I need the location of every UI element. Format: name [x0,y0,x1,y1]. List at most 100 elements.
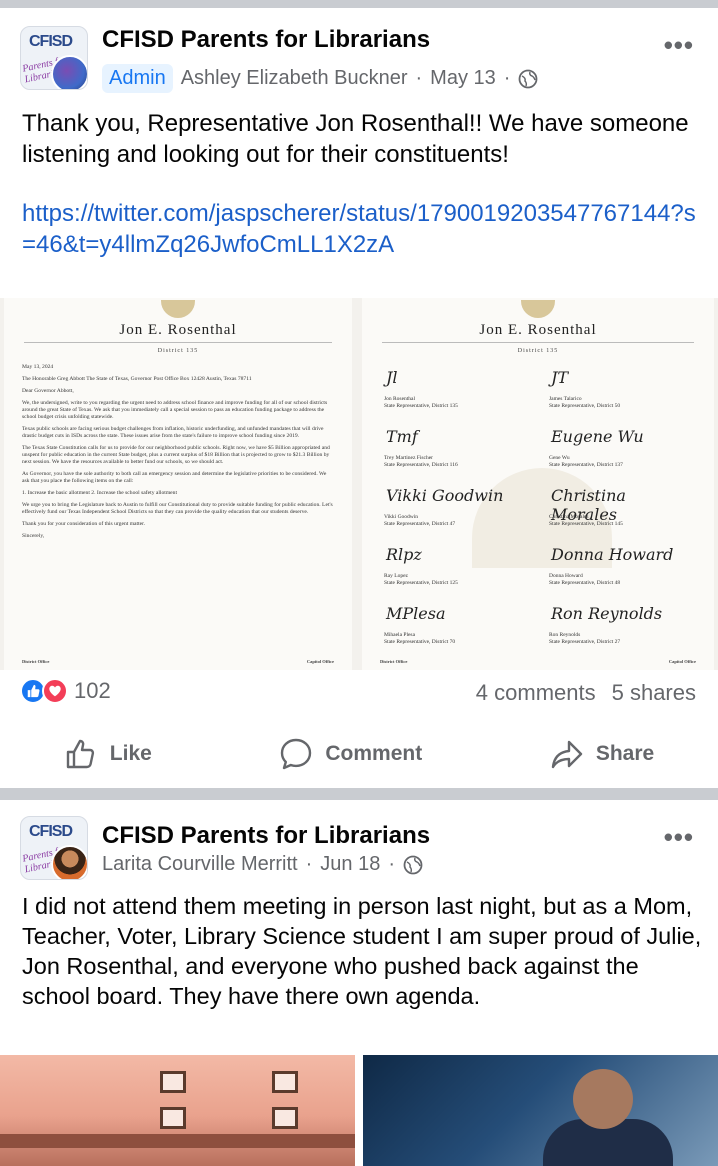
post-action-bar: Like Comment Share [0,730,718,778]
admin-badge: Admin [102,64,173,93]
texas-seal-icon [161,300,195,318]
group-avatar[interactable]: CFISD Parents for Libraries [20,26,88,90]
meta-separator: · [388,853,396,875]
attached-photos[interactable] [0,1055,718,1166]
letter-footer: District Office Capitol Office [380,659,696,664]
footer-district-office: District Office [22,659,50,664]
wall-frame [272,1107,298,1129]
signature-block: Jl Jon Rosenthal State Representative, Dis… [384,364,529,421]
letter-paragraph: Sincerely, [22,533,45,539]
share-arrow-icon [551,740,583,769]
handwritten-signature: Donna Howard [551,545,674,564]
signer-name: Donna Howard [549,573,583,579]
signer-role: State Representative, District 27 [549,639,621,645]
handwritten-signature: Ron Reynolds [551,604,663,623]
letter-footer: District Office Capitol Office [22,659,334,664]
handwritten-signature: JT [551,368,569,387]
handwritten-signature: Jl [386,368,398,387]
post-card: CFISD Parents for Libraries CFISD Parent… [0,800,718,1166]
more-options-icon[interactable]: ••• [664,822,694,853]
author-name-link[interactable]: Larita Courville Merritt [102,853,298,876]
signer-name: Trey Martinez Fischer [384,455,433,461]
post-date-link[interactable]: Jun 18 [320,853,380,876]
letter-paragraph: The Honorable Greg Abbott The State of T… [22,376,252,382]
group-name-link[interactable]: CFISD Parents for Librarians [102,822,430,850]
wall-frame [272,1071,298,1093]
handwritten-signature: Eugene Wu [551,427,644,446]
signature-block: MPlesa Mihaela Plesa State Representative,… [384,600,529,657]
author-avatar-thumb [51,55,87,89]
group-name-link[interactable]: CFISD Parents for Librarians [102,26,430,54]
signature-block: Ron Reynolds Ron Reynolds State Representa… [549,600,694,657]
signer-name: Christina Morales [549,514,589,520]
signer-name: Ray Lopez [384,573,408,579]
footer-district-office: District Office [380,659,408,664]
signature-block: JT James Talarico State Representative, Di… [549,364,694,421]
letter-page-1[interactable]: Jon E. Rosenthal District 135 May 13, 20… [4,298,352,670]
author-name-link[interactable]: Ashley Elizabeth Buckner [181,67,408,90]
photo-board-room[interactable] [0,1055,355,1166]
letter-paragraph: Dear Governor Abbott, [22,388,74,394]
signer-name: Vikki Goodwin [384,514,419,520]
shares-count-link[interactable]: 5 shares [612,680,696,706]
handwritten-signature: Rlpz [386,545,422,564]
top-divider [0,0,718,8]
post-date-link[interactable]: May 13 [430,67,496,90]
reaction-summary[interactable]: 102 [20,678,111,704]
post-card: CFISD Parents for Libraries CFISD Parent… [0,8,718,793]
letter-rule [24,342,332,343]
avatar-logo-text: CFISD [29,823,73,840]
globe-icon [403,855,423,874]
signer-role: State Representative, District 135 [384,403,458,409]
comment-button[interactable]: Comment [279,737,422,771]
signer-role: State Representative, District 145 [549,521,623,527]
handwritten-signature: MPlesa [386,604,446,623]
post-body-text: Thank you, Representative Jon Rosenthal!… [22,110,689,168]
letter-paragraph: As Governor, you have the sole authority… [22,471,327,484]
letter-district: District 135 [157,348,199,354]
signer-name: Gene Wu [549,455,570,461]
signature-block: Tmf Trey Martinez Fischer State Representa… [384,423,529,480]
signer-role: State Representative, District 125 [384,580,458,586]
letter-page-2[interactable]: Jon E. Rosenthal District 135 Jl Jon Rose… [362,298,714,670]
reaction-count: 102 [74,678,111,703]
post-body-text: I did not attend them meeting in person … [22,893,702,1009]
handwritten-signature: Tmf [386,427,418,446]
signature-grid: Jl Jon Rosenthal State Representative, Dis… [384,364,694,657]
letter-header: Jon E. Rosenthal [479,322,597,338]
dais-desk [0,1134,355,1148]
signature-block: Vikki Goodwin Vikki Goodwin State Represen… [384,482,529,539]
wall-frame [160,1071,186,1093]
footer-capitol-office: Capitol Office [306,659,334,664]
post-meta: Admin Ashley Elizabeth Buckner · May 13 … [102,64,538,93]
like-label: Like [109,742,152,765]
thumbs-up-icon [66,739,94,769]
post-external-link[interactable]: https://twitter.com/jaspscherer/status/1… [22,198,702,260]
signer-role: State Representative, District 47 [384,521,456,527]
comments-count-link[interactable]: 4 comments [476,680,596,706]
attached-letter-images[interactable]: Jon E. Rosenthal District 135 May 13, 20… [0,298,718,670]
letter-paragraph: Thank you for your consideration of this… [22,521,146,527]
like-button[interactable]: Like [64,737,152,771]
speaker-head [573,1069,633,1129]
more-options-icon[interactable]: ••• [664,30,694,61]
comment-label: Comment [325,742,423,765]
avatar-logo-text: CFISD [29,33,73,50]
feed-separator [0,788,718,800]
signer-name: Ron Reynolds [549,632,581,638]
texas-seal-icon [521,300,555,318]
footer-capitol-office: Capitol Office [668,659,696,664]
letter-paragraph: May 13, 2024 [22,364,54,370]
signer-name: Mihaela Plesa [384,632,416,638]
engagement-counts: 4 comments 5 shares [476,680,696,706]
group-avatar[interactable]: CFISD Parents for Libraries [20,816,88,880]
photo-speaker[interactable] [363,1055,718,1166]
share-label: Share [595,742,655,765]
signature-block: Rlpz Ray Lopez State Representative, Distr… [384,541,529,598]
letter-district: District 135 [517,348,559,354]
signature-block: Christina Morales Christina Morales State … [549,482,694,539]
signature-block: Donna Howard Donna Howard State Representa… [549,541,694,598]
letter-paragraph: 1. Increase the basic allotment 2. Incre… [22,490,178,496]
comment-bubble-icon [281,738,312,770]
share-button[interactable]: Share [550,737,654,771]
